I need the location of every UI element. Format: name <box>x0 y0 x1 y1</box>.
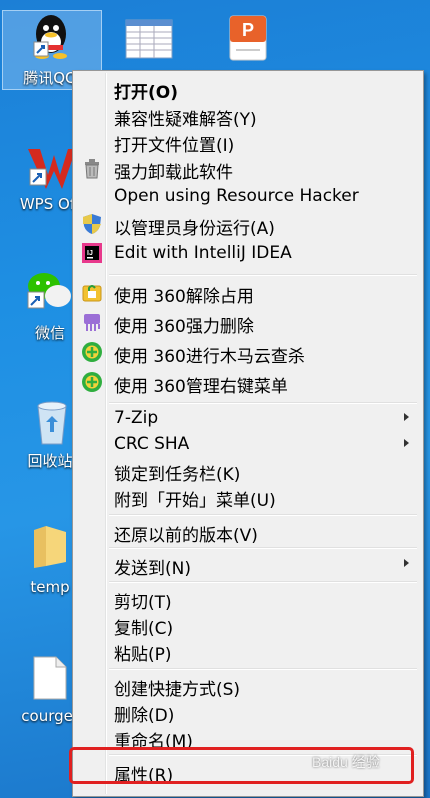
menu-item-intellij[interactable]: IJ Edit with IntelliJ IDEA <box>75 240 419 266</box>
menu-item-cut[interactable]: 剪切(T) <box>75 585 419 613</box>
menu-item-360-scan[interactable]: 使用 360进行木马云查杀 <box>75 339 419 367</box>
menu-item-send-to[interactable]: 发送到(N) <box>75 551 419 579</box>
menu-item-pin-start[interactable]: 附到「开始」菜单(U) <box>75 483 419 511</box>
menu-item-label: 发送到(N) <box>114 559 191 579</box>
menu-item-paste[interactable]: 粘贴(P) <box>75 637 419 665</box>
menu-item-restore-previous[interactable]: 还原以前的版本(V) <box>75 518 419 546</box>
menu-item-label: 打开(O) <box>114 83 178 103</box>
360-shred-icon <box>84 314 100 331</box>
menu-item-label: 删除(D) <box>114 706 175 726</box>
watermark: Baidu 经验 <box>312 754 380 770</box>
menu-item-label: 剪切(T) <box>114 593 172 613</box>
wps-icon <box>28 149 76 189</box>
menu-separator <box>109 402 417 404</box>
menu-item-force-uninstall[interactable]: 强力卸载此软件 <box>75 155 419 183</box>
menu-item-label: 兼容性疑难解答(Y) <box>114 110 257 130</box>
recycle-bin-icon <box>37 401 67 445</box>
menu-item-360-rightmenu[interactable]: 使用 360管理右键菜单 <box>75 369 419 397</box>
submenu-arrow-icon <box>404 413 409 421</box>
menu-item-create-shortcut[interactable]: 创建快捷方式(S) <box>75 672 419 700</box>
menu-item-label: 附到「开始」菜单(U) <box>114 491 276 511</box>
menu-separator <box>109 514 417 516</box>
submenu-arrow-icon <box>404 439 409 447</box>
menu-item-label: 使用 360管理右键菜单 <box>114 377 288 397</box>
uac-shield-icon <box>83 214 101 234</box>
spreadsheet-icon <box>125 19 173 59</box>
menu-item-open-location[interactable]: 打开文件位置(I) <box>75 128 419 156</box>
menu-separator <box>109 668 417 670</box>
folder-icon <box>34 526 66 568</box>
context-menu: 打开(O) 兼容性疑难解答(Y) 打开文件位置(I) 强力卸载此软件 Open … <box>72 70 424 797</box>
menu-item-label: 复制(C) <box>114 619 174 639</box>
menu-item-label: 使用 360解除占用 <box>114 287 254 307</box>
menu-item-label: 使用 360强力删除 <box>114 317 254 337</box>
menu-item-open[interactable]: 打开(O) <box>75 75 419 103</box>
presentation-icon: P <box>229 15 267 61</box>
svg-text:IJ: IJ <box>87 250 93 257</box>
menu-item-run-as-admin[interactable]: 以管理员身份运行(A) <box>75 211 419 239</box>
menu-item-copy[interactable]: 复制(C) <box>75 611 419 639</box>
file-icon <box>33 656 67 700</box>
qq-icon <box>33 15 67 59</box>
intellij-icon: IJ <box>82 243 102 263</box>
menu-item-crc-sha[interactable]: CRC SHA <box>75 431 419 457</box>
menu-item-label: Open using Resource Hacker <box>114 186 359 206</box>
menu-item-label: CRC SHA <box>114 434 190 454</box>
menu-item-label: Edit with IntelliJ IDEA <box>114 243 292 263</box>
menu-separator <box>109 274 417 276</box>
menu-item-label: 强力卸载此软件 <box>114 163 233 183</box>
svg-text:P: P <box>242 20 254 40</box>
menu-item-label: 还原以前的版本(V) <box>114 526 258 546</box>
360-icon <box>82 372 102 392</box>
menu-item-delete[interactable]: 删除(D) <box>75 698 419 726</box>
menu-item-label: 使用 360进行木马云查杀 <box>114 347 305 367</box>
submenu-arrow-icon <box>404 559 409 567</box>
menu-item-360-unlock[interactable]: 使用 360解除占用 <box>75 279 419 307</box>
wechat-icon <box>27 273 71 309</box>
menu-item-label: 粘贴(P) <box>114 645 172 665</box>
menu-item-label: 以管理员身份运行(A) <box>114 219 275 239</box>
menu-item-label: 7-Zip <box>114 408 159 428</box>
menu-item-label: 打开文件位置(I) <box>114 136 235 156</box>
360-icon <box>82 342 102 362</box>
menu-item-pin-taskbar[interactable]: 锁定到任务栏(K) <box>75 457 419 485</box>
menu-item-360-delete[interactable]: 使用 360强力删除 <box>75 309 419 337</box>
menu-separator <box>109 581 417 583</box>
menu-item-7zip[interactable]: 7-Zip <box>75 405 419 431</box>
menu-item-label: 锁定到任务栏(K) <box>114 465 241 485</box>
trash-icon <box>85 159 99 179</box>
menu-item-resource-hacker[interactable]: Open using Resource Hacker <box>75 183 419 209</box>
menu-separator <box>109 547 417 549</box>
360-unlock-icon <box>82 285 102 302</box>
menu-item-label: 创建快捷方式(S) <box>114 680 241 700</box>
menu-item-compatibility[interactable]: 兼容性疑难解答(Y) <box>75 102 419 130</box>
